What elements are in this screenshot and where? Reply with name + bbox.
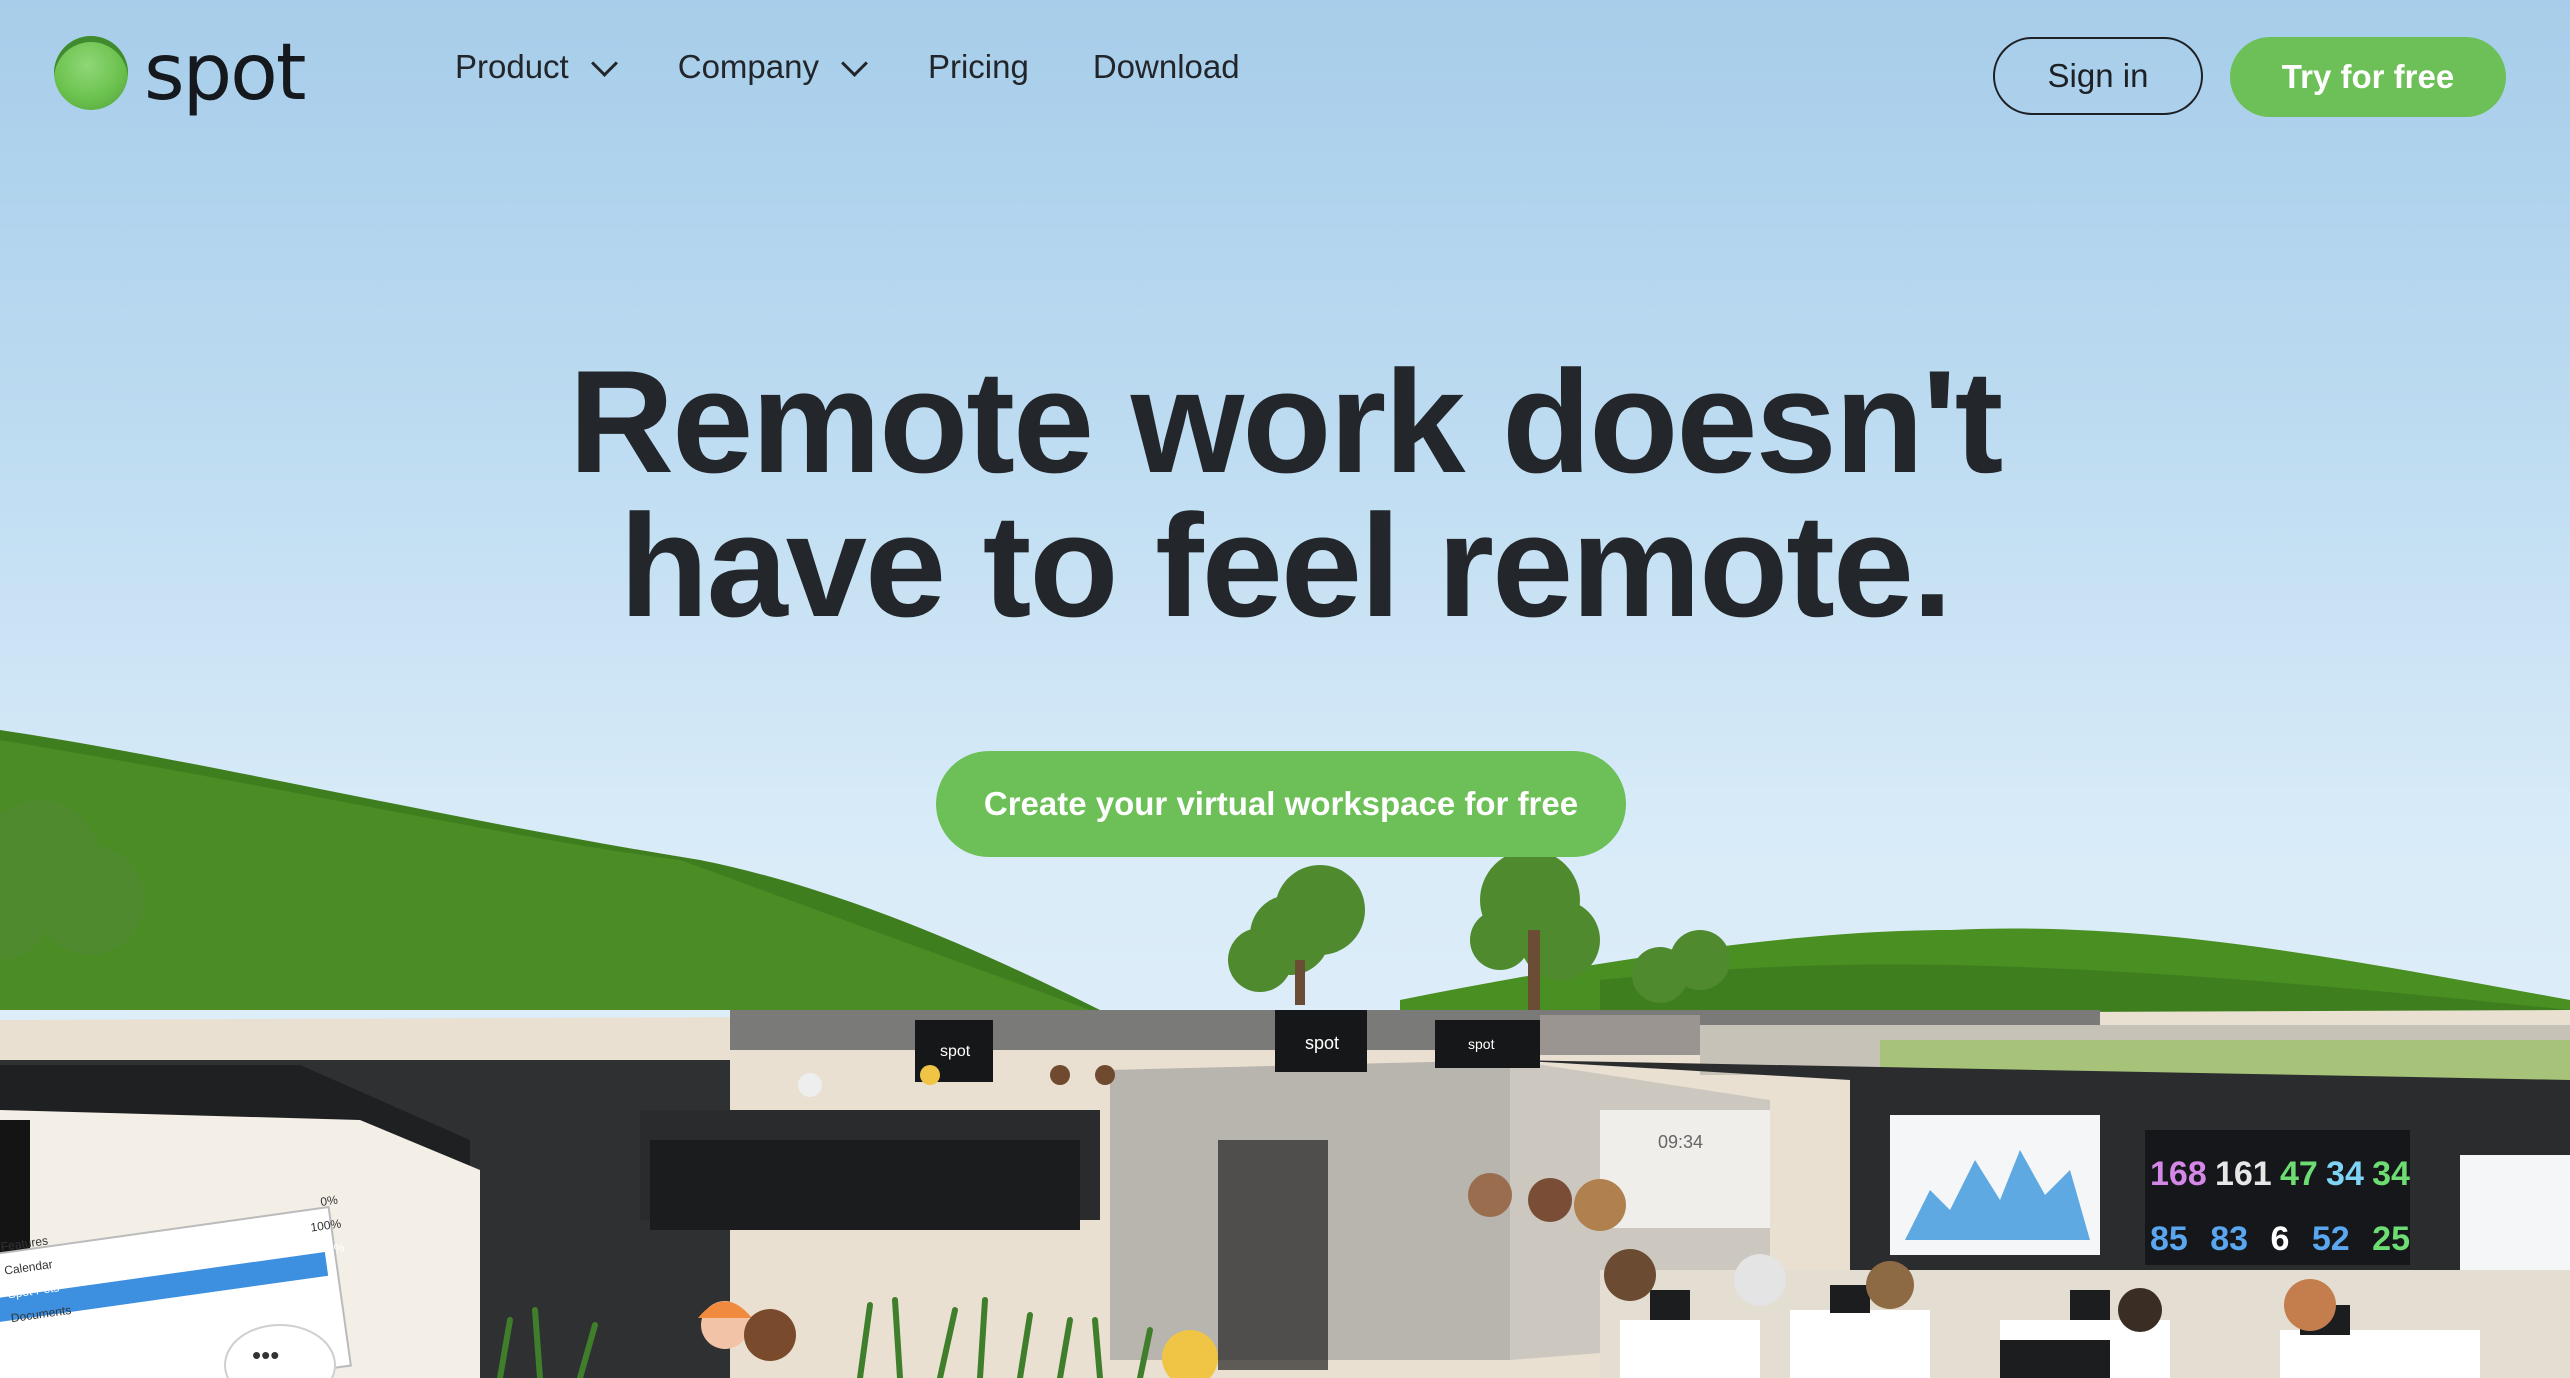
dashboard-bottom-row: 85 83 6 52 25	[2150, 1220, 2410, 1259]
hero-title-line-2: have to feel remote.	[619, 484, 1952, 647]
nav-product-label: Product	[455, 48, 569, 85]
nav-product[interactable]: Product	[455, 48, 618, 86]
dashboard-value: 47	[2279, 1155, 2318, 1193]
hero-title: Remote work doesn't have to feel remote.	[0, 349, 2570, 639]
dashboard-value: 85	[2150, 1220, 2188, 1258]
nav-download[interactable]: Download	[1093, 48, 1240, 86]
dashboard-value: 34	[2372, 1155, 2410, 1193]
chevron-down-icon	[841, 49, 868, 77]
chat-bubble-icon: •••	[252, 1340, 280, 1370]
office-sign-1: spot	[940, 1043, 971, 1060]
nav-company-label: Company	[677, 48, 819, 85]
try-for-free-button[interactable]: Try for free	[2230, 37, 2506, 117]
chevron-down-icon	[590, 49, 618, 77]
logo-wordmark: spot	[144, 28, 306, 118]
office-sign-3: spot	[1468, 1036, 1495, 1052]
dashboard-value: 6	[2270, 1220, 2290, 1258]
dashboard-value: 52	[2311, 1220, 2350, 1258]
spot-logo[interactable]: spot	[54, 28, 306, 118]
nav-company[interactable]: Company	[677, 48, 868, 86]
site-header: spot Product Company Pricing Download Si…	[0, 0, 2570, 156]
dashboard-value: 34	[2326, 1155, 2364, 1193]
dashboard-value: 161	[2214, 1155, 2272, 1193]
meeting-clock: 09:34	[1658, 1132, 1704, 1152]
office-sign-2: spot	[1305, 1033, 1340, 1053]
dashboard-value: 83	[2210, 1220, 2249, 1258]
hero-title-line-1: Remote work doesn't	[568, 340, 2004, 503]
dashboard-top-row: 168 161 47 34 34	[2150, 1155, 2410, 1194]
dashboard-value: 168	[2150, 1155, 2207, 1193]
sign-in-button[interactable]: Sign in	[1993, 37, 2203, 115]
main-nav: Product Company Pricing Download	[455, 48, 1304, 86]
create-workspace-button[interactable]: Create your virtual workspace for free	[936, 751, 1626, 857]
nav-pricing-label: Pricing	[927, 48, 1029, 85]
logo-mark-icon	[54, 36, 128, 110]
nav-download-label: Download	[1092, 48, 1240, 85]
nav-pricing[interactable]: Pricing	[928, 48, 1029, 86]
dashboard-value: 25	[2372, 1220, 2410, 1258]
